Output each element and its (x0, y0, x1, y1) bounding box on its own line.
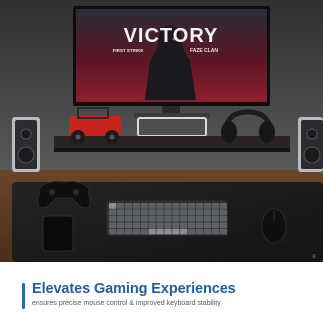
keyboard-key (109, 228, 117, 235)
keyboard-key (172, 209, 180, 216)
keyboard-key (211, 215, 219, 222)
keyboard-key (140, 209, 148, 216)
keyboard-key (164, 215, 172, 222)
keyboard-key (203, 222, 212, 228)
keyboard-key (195, 203, 204, 209)
keyboard-key (188, 209, 196, 216)
keyboard-key (180, 222, 188, 228)
caption-headline: Elevates Gaming Experiences (32, 281, 236, 297)
keyboard-key (116, 228, 125, 235)
keyboard-key (116, 222, 125, 228)
keyboard-key (172, 215, 180, 222)
keyboard-key (164, 228, 172, 235)
keyboard-key (148, 222, 156, 228)
keyboard-key (203, 203, 212, 209)
keyboard-key (211, 209, 219, 216)
keyboard-key (164, 203, 172, 209)
keyboard-key (148, 215, 156, 222)
keyboard-key (109, 203, 117, 209)
keyboard-key (140, 203, 148, 209)
keyboard-key (156, 209, 164, 216)
keyboard-key (124, 209, 133, 216)
caption-accent-bar (22, 283, 25, 309)
keyboard-key (180, 228, 188, 235)
keyboard-key (109, 215, 117, 222)
keyboard-key (172, 203, 180, 209)
keyboard-key (195, 215, 204, 222)
keyboard-key (195, 209, 204, 216)
keyboard-key (180, 209, 188, 216)
keyboard-key (132, 228, 140, 235)
keyboard-key (188, 228, 196, 235)
keyboard-key (148, 203, 156, 209)
keyboard-key (172, 222, 180, 228)
keyboard-key (109, 209, 117, 216)
keyboard-key (219, 222, 227, 228)
left-speaker (12, 117, 40, 172)
keyboard-key (203, 215, 212, 222)
keyboard-key (124, 222, 133, 228)
keyboard-key (203, 209, 212, 216)
keyboard-key (132, 222, 140, 228)
keyboard-key (116, 203, 125, 209)
keyboard-key (195, 228, 204, 235)
keyboard-key (116, 215, 125, 222)
keyboard-key (180, 203, 188, 209)
keyboard-key (219, 228, 227, 235)
keyboard-key (172, 228, 180, 235)
mouse (261, 208, 287, 244)
keyboard-key (156, 203, 164, 209)
keyboard-key (132, 215, 140, 222)
keyboard-key (219, 215, 227, 222)
keyboard-key (188, 222, 196, 228)
keyboard-key (195, 222, 204, 228)
keyboard-key (164, 209, 172, 216)
keyboard-key (124, 203, 133, 209)
desk-setup-photo: VICTORY FIRST STRIKE FAZE CLAN ≡ (0, 0, 323, 262)
keyboard-key (148, 209, 156, 216)
keyboard-key (140, 228, 148, 235)
brand-logo-icon: ≡ (312, 254, 316, 260)
game-title: VICTORY (124, 25, 219, 47)
keyboard-key (124, 215, 133, 222)
keyboard-key (140, 215, 148, 222)
keyboard-key (211, 222, 219, 228)
keyboard-key (219, 209, 227, 216)
sponsor-left: FIRST STRIKE (113, 48, 144, 53)
keyboard-key (132, 209, 140, 216)
keyboard-key (219, 203, 227, 209)
caption-subline: ensures precise mouse control & improved… (32, 300, 221, 307)
keyboard-key (124, 228, 133, 235)
product-image: VICTORY FIRST STRIKE FAZE CLAN ≡ Elevate… (0, 0, 323, 323)
keyboard-key (188, 215, 196, 222)
keyboard-key (132, 203, 140, 209)
keyboard-key (203, 228, 212, 235)
keyboard-key (188, 203, 196, 209)
keyboard-key (211, 228, 219, 235)
keyboard-key (164, 222, 172, 228)
monitor-shelf (54, 136, 290, 148)
keyboard-key (211, 203, 219, 209)
right-speaker (298, 117, 323, 172)
keyboard-key (156, 222, 164, 228)
sponsor-right: FAZE CLAN (190, 48, 218, 54)
keyboard-key (140, 222, 148, 228)
keyboard-key (116, 209, 125, 216)
keyboard-key (148, 228, 156, 235)
keyboard-key (180, 215, 188, 222)
keyboard (105, 199, 229, 237)
smartphone (42, 215, 74, 252)
keyboard-key (109, 222, 117, 228)
keyboard-key (156, 228, 164, 235)
keyboard-key (156, 215, 164, 222)
